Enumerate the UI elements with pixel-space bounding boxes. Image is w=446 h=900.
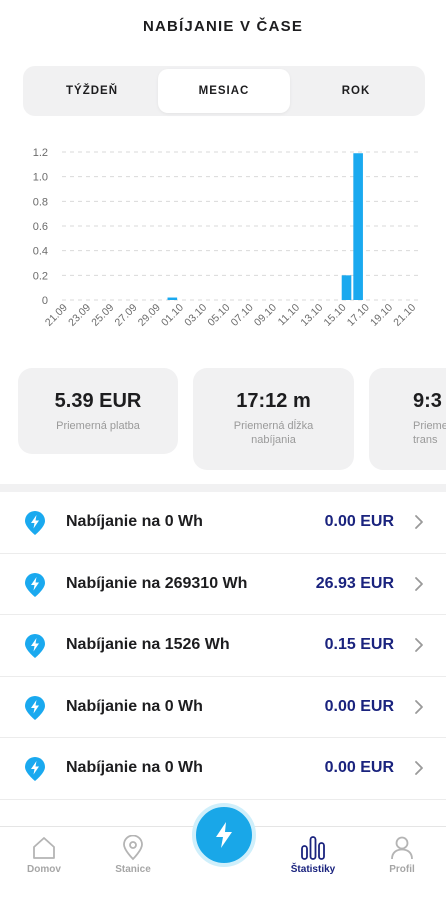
summary-cards: 5.39 EUR Priemerná platba 17:12 m Prieme… xyxy=(0,368,446,470)
summary-card-avg-payment: 5.39 EUR Priemerná platba xyxy=(18,368,178,454)
avg-transaction-label: Prieme trans xyxy=(413,420,446,446)
y-tick-label: 0.2 xyxy=(33,270,48,282)
tab-profile[interactable]: Profil xyxy=(362,827,442,900)
location-pin-icon xyxy=(123,835,143,861)
session-title: Nabíjanie na 1526 Wh xyxy=(66,636,230,654)
charging-pin-icon xyxy=(25,634,45,658)
x-tick-label: 23.09 xyxy=(66,302,93,329)
tab-year[interactable]: ROK xyxy=(290,69,422,113)
charging-pin-icon xyxy=(25,572,45,597)
charging-pin-icon xyxy=(25,695,45,720)
x-tick-label: 21.10 xyxy=(391,302,418,329)
session-amount: 0.15 EUR xyxy=(324,636,394,654)
chart-bar xyxy=(167,297,178,300)
x-tick-label: 29.09 xyxy=(136,302,163,329)
avg-payment-label: Priemerná platba xyxy=(56,420,140,432)
session-row[interactable]: Nabíjanie na 1526 Wh 0.15 EUR xyxy=(0,615,446,677)
tab-home-label: Domov xyxy=(27,864,61,875)
tab-statistics-label: Štatistiky xyxy=(290,864,336,875)
y-tick-label: 0.4 xyxy=(33,246,48,258)
period-segmented-control: TÝŽDEŇ MESIAC ROK xyxy=(23,66,425,116)
chart-bar xyxy=(353,153,363,300)
x-tick-label: 03.10 xyxy=(182,302,209,329)
session-title: Nabíjanie na 0 Wh xyxy=(66,513,203,531)
x-tick-label: 17.10 xyxy=(345,302,372,329)
y-tick-label: 0 xyxy=(42,295,48,307)
charge-button[interactable] xyxy=(192,803,256,867)
summary-card-avg-transaction: 9:3 Prieme trans xyxy=(369,368,446,470)
avg-duration-value: 17:12 m xyxy=(236,390,311,412)
x-tick-label: 07.10 xyxy=(229,302,256,329)
user-icon xyxy=(391,836,413,860)
section-divider xyxy=(0,484,446,492)
session-row[interactable]: Nabíjanie na 0 Wh 0.00 EUR xyxy=(0,738,446,800)
tab-home[interactable]: Domov xyxy=(4,827,84,900)
avg-transaction-value: 9:3 xyxy=(413,390,442,412)
session-row[interactable]: Nabíjanie na 0 Wh 0.00 EUR xyxy=(0,492,446,554)
tab-profile-label: Profil xyxy=(389,864,415,875)
y-tick-label: 1.2 xyxy=(33,147,48,159)
session-amount: 26.93 EUR xyxy=(315,574,394,592)
x-tick-label: 11.10 xyxy=(276,302,303,329)
session-amount: 0.00 EUR xyxy=(324,759,394,777)
x-tick-label: 05.10 xyxy=(205,302,232,329)
x-tick-label: 01.10 xyxy=(159,302,186,329)
session-amount: 0.00 EUR xyxy=(324,697,394,715)
y-tick-label: 0.6 xyxy=(33,221,48,233)
x-tick-label: 13.10 xyxy=(298,302,325,329)
session-list: Nabíjanie na 0 Wh 0.00 EUR Nabíjanie na 26… xyxy=(0,492,446,800)
bar-chart-icon xyxy=(301,836,325,860)
session-title: Nabíjanie na 269310 Wh xyxy=(66,574,248,592)
charging-pin-icon xyxy=(25,757,45,781)
home-icon xyxy=(33,837,55,859)
tab-month[interactable]: MESIAC xyxy=(158,69,290,113)
avg-payment-value: 5.39 EUR xyxy=(54,390,142,412)
page-title: NABÍJANIE V ČASE xyxy=(142,18,304,35)
y-tick-label: 1.0 xyxy=(33,172,48,184)
x-tick-label: 19.10 xyxy=(368,302,395,329)
chevron-right-icon xyxy=(415,515,423,530)
tab-stations-label: Stanice xyxy=(115,864,151,875)
charging-pin-icon xyxy=(25,511,45,535)
chevron-right-icon xyxy=(415,576,423,591)
chevron-right-icon xyxy=(415,699,423,714)
chevron-right-icon xyxy=(415,761,423,776)
session-row[interactable]: Nabíjanie na 269310 Wh 26.93 EUR xyxy=(0,554,446,615)
x-tick-label: 27.09 xyxy=(113,302,140,329)
session-title: Nabíjanie na 0 Wh xyxy=(66,697,203,715)
tab-stations[interactable]: Stanice xyxy=(93,827,173,900)
lightning-bolt-icon xyxy=(216,822,232,848)
charging-bar-chart: 00.20.40.60.81.01.221.0923.0925.0927.092… xyxy=(33,147,422,329)
chart-bar xyxy=(341,275,352,300)
x-tick-label: 15.10 xyxy=(322,302,349,329)
x-tick-label: 09.10 xyxy=(252,302,279,329)
session-row[interactable]: Nabíjanie na 0 Wh 0.00 EUR xyxy=(0,677,446,738)
avg-duration-label: Priemerná dĺžka nabíjania xyxy=(233,420,314,446)
session-title: Nabíjanie na 0 Wh xyxy=(66,759,203,777)
session-amount: 0.00 EUR xyxy=(324,513,394,531)
summary-card-avg-duration: 17:12 m Priemerná dĺžka nabíjania xyxy=(193,368,354,470)
chevron-right-icon xyxy=(415,638,423,653)
tab-week[interactable]: TÝŽDEŇ xyxy=(26,69,158,113)
x-tick-label: 25.09 xyxy=(89,302,116,329)
tab-statistics[interactable]: Štatistiky xyxy=(273,827,353,900)
bottom-tab-bar: Domov Stanice Štatistiky Profil xyxy=(0,803,446,900)
y-tick-label: 0.8 xyxy=(33,196,48,208)
